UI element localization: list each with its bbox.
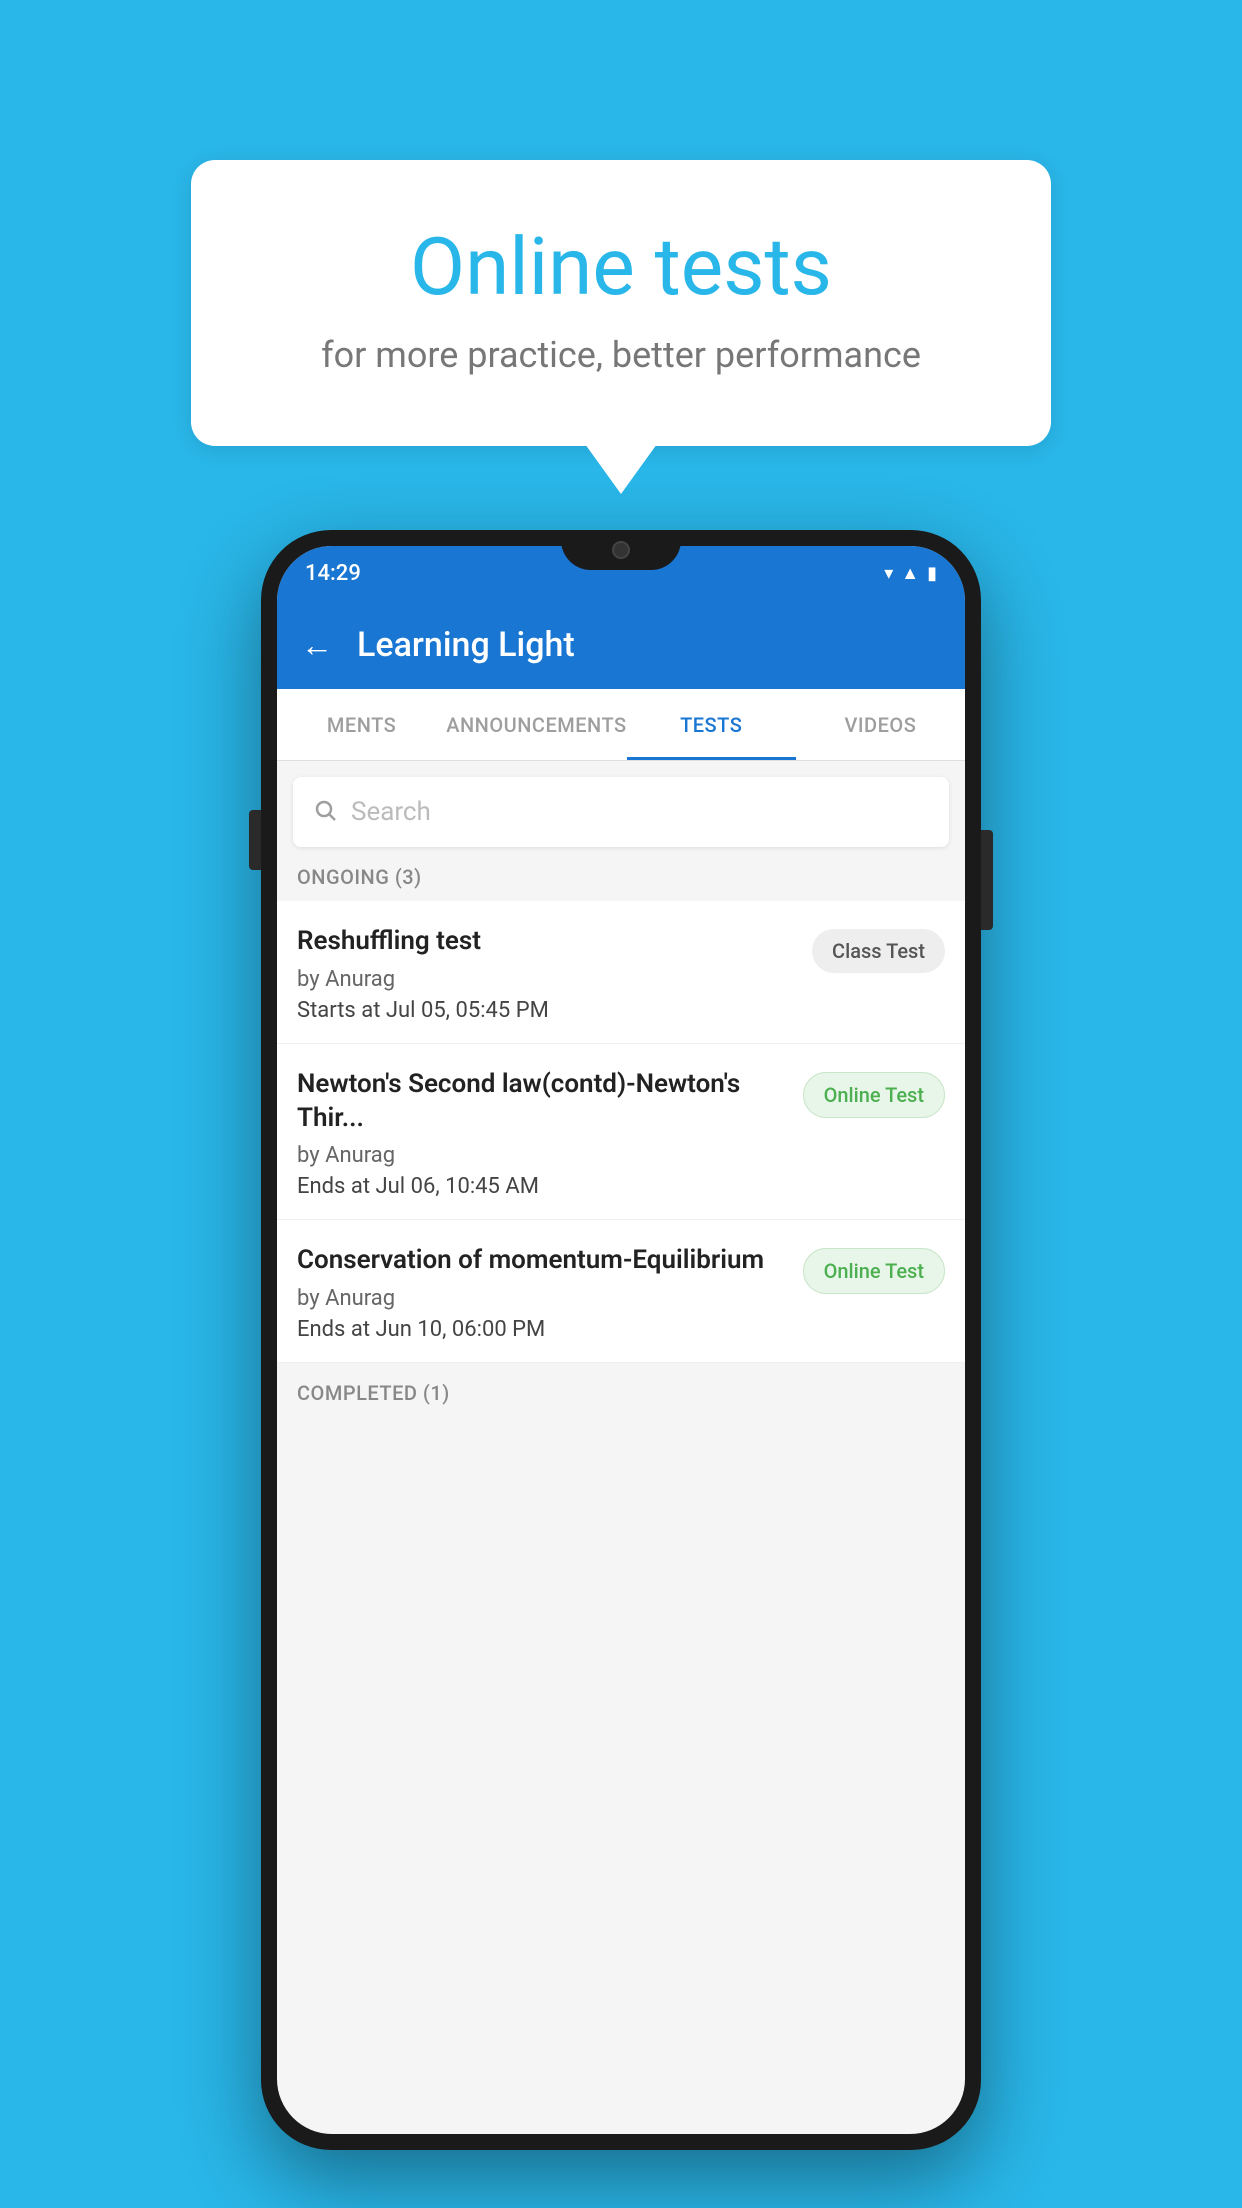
wifi-icon: ▾ [884, 563, 893, 584]
phone-mockup: 14:29 ▾ ▲ ▮ ← Learning Light MENTS ANNOU… [261, 530, 981, 2150]
test-author: by Anurag [297, 1143, 787, 1168]
badge-online-test: Online Test [803, 1248, 945, 1294]
tab-bar: MENTS ANNOUNCEMENTS TESTS VIDEOS [277, 689, 965, 761]
signal-icon: ▲ [901, 563, 919, 584]
speech-bubble: Online tests for more practice, better p… [191, 160, 1051, 446]
bubble-subtitle: for more practice, better performance [271, 334, 971, 376]
test-title: Newton's Second law(contd)-Newton's Thir… [297, 1068, 787, 1136]
tab-assignments[interactable]: MENTS [277, 689, 446, 760]
battery-icon: ▮ [927, 563, 937, 584]
tab-announcements[interactable]: ANNOUNCEMENTS [446, 689, 626, 760]
test-date: Ends at Jun 10, 06:00 PM [297, 1317, 787, 1342]
test-item[interactable]: Reshuffling test by Anurag Starts at Jul… [277, 901, 965, 1044]
test-item-info: Reshuffling test by Anurag Starts at Jul… [297, 925, 812, 1023]
badge-online-test: Online Test [803, 1072, 945, 1118]
test-date: Ends at Jul 06, 10:45 AM [297, 1174, 787, 1199]
test-item-info: Newton's Second law(contd)-Newton's Thir… [297, 1068, 803, 1200]
status-icons: ▾ ▲ ▮ [884, 563, 937, 584]
test-author: by Anurag [297, 967, 796, 992]
search-icon [313, 796, 337, 829]
phone-screen: 14:29 ▾ ▲ ▮ ← Learning Light MENTS ANNOU… [277, 546, 965, 2134]
test-author: by Anurag [297, 1286, 787, 1311]
ongoing-header: ONGOING (3) [277, 847, 965, 901]
test-item[interactable]: Newton's Second law(contd)-Newton's Thir… [277, 1044, 965, 1221]
test-list: Reshuffling test by Anurag Starts at Jul… [277, 901, 965, 1363]
search-bar[interactable]: Search [293, 777, 949, 847]
test-date: Starts at Jul 05, 05:45 PM [297, 998, 796, 1023]
app-bar: ← Learning Light [277, 601, 965, 689]
test-title: Conservation of momentum-Equilibrium [297, 1244, 787, 1278]
test-title: Reshuffling test [297, 925, 796, 959]
phone-notch [561, 530, 681, 570]
back-button[interactable]: ← [301, 626, 333, 664]
bubble-title: Online tests [271, 220, 971, 314]
promo-section: Online tests for more practice, better p… [191, 160, 1051, 446]
test-item-info: Conservation of momentum-Equilibrium by … [297, 1244, 803, 1342]
test-item[interactable]: Conservation of momentum-Equilibrium by … [277, 1220, 965, 1363]
content-area: Search ONGOING (3) Reshuffling test by A… [277, 761, 965, 1417]
camera-dot [612, 541, 630, 559]
badge-class-test: Class Test [812, 929, 945, 973]
tab-tests[interactable]: TESTS [627, 689, 796, 760]
phone-outer: 14:29 ▾ ▲ ▮ ← Learning Light MENTS ANNOU… [261, 530, 981, 2150]
status-time: 14:29 [305, 561, 361, 586]
app-bar-title: Learning Light [357, 625, 575, 665]
tab-videos[interactable]: VIDEOS [796, 689, 965, 760]
completed-header: COMPLETED (1) [277, 1363, 965, 1417]
search-placeholder: Search [351, 797, 431, 827]
